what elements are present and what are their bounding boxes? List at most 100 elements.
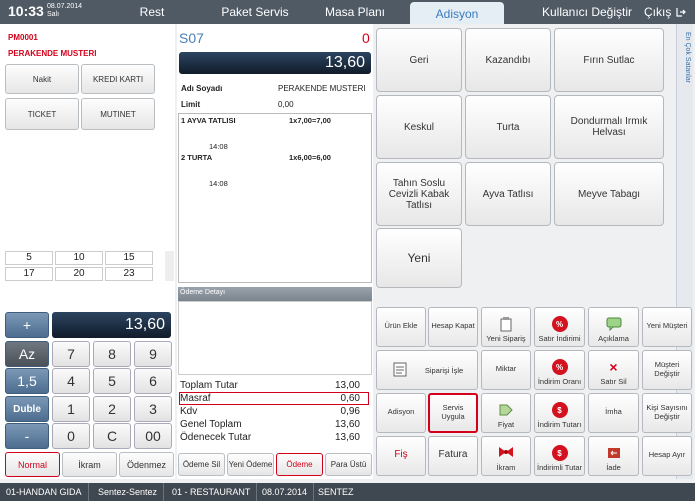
product-tahin-soslu-kabak[interactable]: Tahın Soslu Cevizli Kabak Tatlısı <box>376 162 462 226</box>
quick-value[interactable]: 15 <box>105 251 153 265</box>
imha-button[interactable]: İmha <box>588 393 639 433</box>
nakit-button[interactable]: Nakit <box>5 64 79 94</box>
quick-value[interactable]: 5 <box>5 251 53 265</box>
product-meyve-tabagi[interactable]: Meyve Tabagı <box>554 162 664 226</box>
mode-ikram-button[interactable]: İkram <box>62 452 117 477</box>
az-button[interactable]: Az <box>5 341 49 367</box>
indirim-orani-button[interactable]: % İndirim Oranı <box>534 350 585 390</box>
yeni-siparis-button[interactable]: Yeni Sipariş <box>481 307 531 347</box>
satir-sil-button[interactable]: × Satır Sil <box>588 350 639 390</box>
miktar-button[interactable]: Miktar <box>481 350 531 390</box>
iade-button[interactable]: İade <box>588 436 639 476</box>
top-bar: 10:33 08.07.2014 Salı Rest Paket Servis … <box>0 0 695 24</box>
key-00[interactable]: 00 <box>134 423 172 449</box>
button-label: Satır İndirimi <box>538 334 581 343</box>
summary-box: Toplam Tutar 13,00 Masraf 0,60 Kdv 0,96 Gen… <box>178 378 372 448</box>
summary-label: Kdv <box>180 406 198 417</box>
adisyon-button[interactable]: Adisyon <box>376 393 426 433</box>
mode-odenmez-button[interactable]: Ödenmez <box>119 452 174 477</box>
key-5[interactable]: 5 <box>93 368 131 394</box>
odeme-button[interactable]: Ödeme <box>276 453 323 476</box>
key-9[interactable]: 9 <box>134 341 172 367</box>
key-4[interactable]: 4 <box>52 368 90 394</box>
tab-rest[interactable]: Rest <box>120 0 184 24</box>
siparisi-isle-button[interactable]: Siparişi İşle <box>376 350 478 390</box>
date-text: 08.07.2014 <box>47 3 83 10</box>
key-6[interactable]: 6 <box>134 368 172 394</box>
yeni-odeme-button[interactable]: Yeni Ödeme <box>227 453 274 476</box>
summary-value: 13,60 <box>334 432 360 443</box>
key-clear[interactable]: C <box>93 423 131 449</box>
geri-button[interactable]: Geri <box>376 28 462 92</box>
price-tag-icon <box>497 402 515 418</box>
mode-normal-button[interactable]: Normal <box>5 452 60 477</box>
quick-value[interactable]: 23 <box>105 267 153 281</box>
key-1[interactable]: 1 <box>52 396 90 422</box>
duble-button[interactable]: Duble <box>5 396 49 422</box>
button-label: İkram <box>496 463 516 472</box>
key-7[interactable]: 7 <box>52 341 90 367</box>
para-ustu-button[interactable]: Para Üstü <box>325 453 372 476</box>
hesap-kapat-button[interactable]: Hesap Kapat <box>428 307 478 347</box>
button-label: İndirim Oranı <box>537 377 582 386</box>
indirimli-tutar-button[interactable]: $ İndirimli Tutar <box>534 436 585 476</box>
key-3[interactable]: 3 <box>134 396 172 422</box>
servis-uygula-button[interactable]: Servis Uygula <box>428 393 478 433</box>
satir-indirimi-button[interactable]: % Satır İndirimi <box>534 307 585 347</box>
discount-badge-icon: % <box>551 316 569 332</box>
user-change-button[interactable]: Kullanıcı Değiştir <box>535 0 639 24</box>
indirim-tutari-button[interactable]: $ İndirim Tutarı <box>534 393 585 433</box>
fatura-button[interactable]: Fatura <box>428 436 478 476</box>
product-firin-sutlac[interactable]: Fırın Sutlac <box>554 28 664 92</box>
product-turta[interactable]: Turta <box>465 95 551 159</box>
button-label: Servis Uygula <box>441 402 465 421</box>
quick-value[interactable]: 20 <box>55 267 103 281</box>
list-item[interactable]: 2 TURTA 1x6,00=6,00 14:08 <box>179 151 371 188</box>
quick-scrollbar[interactable] <box>165 251 174 281</box>
key-8[interactable]: 8 <box>93 341 131 367</box>
plus-button[interactable]: + <box>5 312 49 338</box>
fis-button[interactable]: Fiş <box>376 436 426 476</box>
status-bar: 01-HANDAN GIDA Sentez-Sentez 01 - RESTAU… <box>0 483 695 501</box>
summary-value: 13,00 <box>334 380 360 391</box>
mutinet-button[interactable]: MUTINET <box>81 98 155 130</box>
key-2[interactable]: 2 <box>93 396 131 422</box>
payment-detail-list[interactable] <box>178 301 372 375</box>
tab-masa-plani[interactable]: Masa Planı <box>315 0 395 24</box>
urun-ekle-button[interactable]: Ürün Ekle <box>376 307 426 347</box>
summary-label: Ödenecek Tutar <box>180 432 252 443</box>
list-item[interactable]: 1 AYVA TATLISI 1x7,00=7,00 14:08 <box>179 114 371 151</box>
status-brand: SENTEZ <box>318 487 354 497</box>
yeni-product-button[interactable]: Yeni <box>376 228 462 288</box>
exit-button[interactable]: Çıkış <box>644 0 671 24</box>
minus-button[interactable]: - <box>5 423 49 449</box>
button-label: Yeni Sipariş <box>486 334 526 343</box>
money-badge-icon: $ <box>551 445 569 461</box>
ticket-button[interactable]: TICKET <box>5 98 79 130</box>
hesap-ayir-button[interactable]: Hesap Ayır <box>642 436 692 476</box>
summary-value: 0,96 <box>340 406 360 417</box>
exit-icon[interactable] <box>674 6 686 18</box>
button-label: Fatura <box>438 449 468 460</box>
yeni-musteri-button[interactable]: Yeni Müşteri <box>642 307 692 347</box>
kredi-karti-button[interactable]: KREDI KARTI <box>81 64 155 94</box>
product-kazandibi[interactable]: Kazandıbı <box>465 28 551 92</box>
tab-adisyon[interactable]: Adisyon <box>410 2 504 24</box>
clipboard-icon <box>497 316 515 332</box>
product-keskul[interactable]: Keskul <box>376 95 462 159</box>
button-label: Müşteri Değiştir <box>654 359 680 378</box>
ikram-button[interactable]: İkram <box>481 436 531 476</box>
aciklama-button[interactable]: Açıklama <box>588 307 639 347</box>
quick-value[interactable]: 17 <box>5 267 53 281</box>
fiyat-button[interactable]: Fiyat <box>481 393 531 433</box>
product-ayva-tatlisi[interactable]: Ayva Tatlısı <box>465 162 551 226</box>
one-half-button[interactable]: 1,5 <box>5 368 49 394</box>
product-dondurmali-irmik-helvasi[interactable]: Dondurmalı Irmık Helvası <box>554 95 664 159</box>
odeme-sil-button[interactable]: Ödeme Sil <box>178 453 225 476</box>
key-0[interactable]: 0 <box>52 423 90 449</box>
summary-label: Toplam Tutar <box>180 380 238 391</box>
quick-value[interactable]: 10 <box>55 251 103 265</box>
musteri-degistir-button[interactable]: Müşteri Değiştir <box>642 350 692 390</box>
kisi-sayisini-degistir-button[interactable]: Kişi Sayısını Değiştir <box>642 393 692 433</box>
tab-paket-servis[interactable]: Paket Servis <box>215 0 295 24</box>
